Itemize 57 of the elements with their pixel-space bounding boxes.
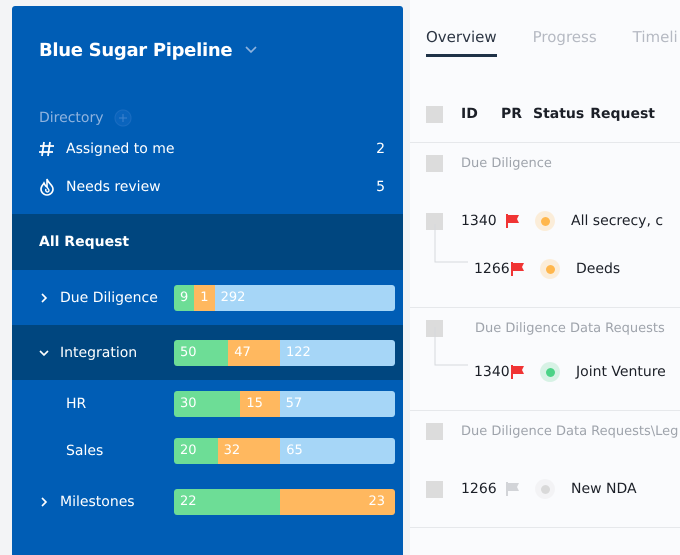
table-cell: All secrecy, c — [571, 213, 664, 229]
checkbox[interactable] — [426, 480, 443, 498]
group-label: Milestones — [60, 494, 135, 510]
chevron-down-icon — [244, 45, 258, 55]
item-count: 2 — [376, 141, 385, 157]
item-count: 5 — [376, 179, 385, 195]
column-header: Status — [533, 106, 584, 122]
hash-icon — [38, 140, 56, 158]
bar-segment: 292 — [214, 284, 395, 310]
checkbox[interactable] — [426, 422, 443, 440]
group-label: Due Diligence Data Requests — [475, 320, 665, 336]
bar-segment: 122 — [280, 340, 395, 366]
table-cell-text: 1340 — [461, 213, 498, 229]
bar-segment: 9 — [174, 284, 194, 310]
project-title: Blue Sugar Pipeline — [39, 40, 232, 60]
table-cell: New NDA — [571, 481, 637, 497]
checkbox[interactable] — [426, 212, 443, 230]
group-label: Integration — [60, 344, 138, 360]
bar-segment: 32 — [218, 438, 280, 464]
table-cell: 1266 — [474, 261, 510, 277]
checkbox[interactable] — [426, 320, 443, 336]
directory-item[interactable]: Needs review 5 — [12, 168, 403, 206]
column-header: Request — [590, 106, 656, 122]
bar-segment: 20 — [174, 438, 218, 464]
table-cell: 1340 — [474, 364, 510, 380]
checkbox[interactable] — [426, 106, 443, 122]
bar-segment: 47 — [228, 340, 280, 366]
table-cell: Joint Venture — [576, 364, 666, 380]
table-cell: Deeds — [576, 261, 620, 277]
group-row[interactable]: Due Diligence 9 1 292 — [12, 270, 403, 325]
column-header: ID — [461, 106, 479, 122]
bar-segment: 30 — [174, 390, 240, 416]
section-label: Directory — [39, 110, 104, 126]
section-header: All Request — [12, 214, 403, 270]
bar-segment: 50 — [174, 340, 228, 366]
directory-item[interactable]: Assigned to me 2 — [12, 130, 403, 168]
bar-segment: 1 — [194, 284, 215, 310]
group-label: Due Diligence Data Requests\Leg — [461, 424, 678, 438]
item-label: Needs review — [66, 179, 162, 195]
group-row[interactable]: Milestones 22 23 — [12, 474, 403, 529]
bar-segment: 23 — [280, 488, 395, 514]
table-cell-text: 1266 — [461, 481, 498, 497]
group-row[interactable]: Integration 50 47 122 — [12, 325, 403, 380]
item-label: Assigned to me — [66, 141, 176, 157]
bar-segment: 15 — [240, 390, 280, 416]
bar-segment: 57 — [280, 390, 395, 416]
tab[interactable]: Overview — [426, 28, 497, 57]
subgroup-label[interactable]: HR — [66, 396, 86, 412]
bar-segment: 22 — [174, 488, 280, 514]
subgroup-label[interactable]: Sales — [66, 442, 104, 458]
column-header: PR — [501, 106, 524, 122]
checkbox[interactable] — [426, 154, 443, 172]
flame-icon — [38, 178, 56, 196]
group-label: Due Diligence — [60, 290, 158, 306]
bar-segment: 65 — [280, 438, 395, 464]
add-icon — [114, 109, 132, 127]
group-label: Due Diligence — [461, 156, 552, 170]
